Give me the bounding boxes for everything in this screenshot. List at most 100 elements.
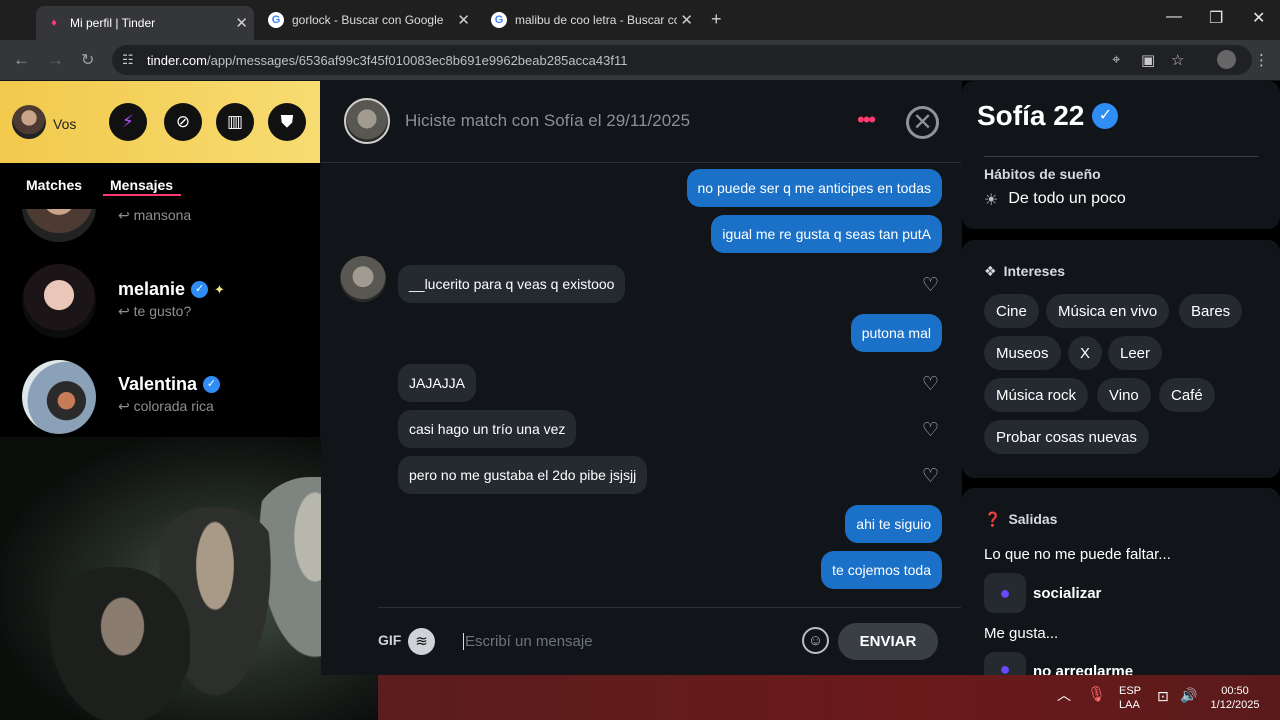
conversation-avatar[interactable] [22, 360, 96, 434]
chevron-up-icon[interactable]: ︿ [1057, 688, 1071, 702]
outings-heading: ❓ Salidas [984, 511, 1057, 528]
verified-badge-icon: ✓ [191, 281, 209, 298]
maximize-button[interactable]: ❐ [1209, 8, 1223, 28]
microphone-icon[interactable]: 🎙 [1087, 687, 1106, 702]
must-have-label: Lo que no me puede faltar... [984, 546, 1171, 563]
interest-chip: Leer [1108, 336, 1163, 370]
tab-google-gorlock[interactable]: G gorlock - Buscar con Google ✕ [258, 6, 476, 34]
conversation-preview[interactable]: ↩ te gusto? [118, 303, 191, 320]
user-avatar[interactable] [12, 105, 46, 139]
name-text: melanie [118, 279, 186, 299]
close-window-button[interactable]: ✕ [1252, 8, 1265, 28]
close-tab-icon[interactable]: ✕ [457, 11, 470, 29]
clock[interactable]: 00:50 1/12/2025 [1206, 684, 1264, 712]
more-options-icon[interactable]: ••• [857, 109, 876, 131]
emoji-icon[interactable]: ☺ [802, 627, 829, 654]
like-heart-icon[interactable]: ♡ [922, 274, 939, 297]
briefcase-icon[interactable]: ▥ [216, 103, 254, 141]
message-received: __lucerito para q veas q existooo [398, 265, 626, 303]
back-button[interactable]: ← [13, 50, 30, 70]
interests-icon: ❖ [984, 263, 997, 279]
message-received: JAJAJJA [398, 364, 477, 402]
like-heart-icon[interactable]: ♡ [922, 373, 939, 396]
message-input[interactable]: Escribí un mensaje [463, 633, 593, 650]
google-icon: G [491, 12, 507, 28]
tab-title: gorlock - Buscar con Google [292, 13, 444, 27]
gif-button[interactable]: GIF [378, 632, 401, 648]
close-tab-icon[interactable]: ✕ [235, 14, 248, 32]
menu-icon[interactable]: ⋮ [1254, 51, 1269, 69]
interest-chip: Cine [984, 294, 1039, 328]
sender-avatar [340, 256, 386, 302]
close-tab-icon[interactable]: ✕ [680, 11, 693, 29]
google-icon: G [268, 12, 284, 28]
close-chat-icon[interactable]: ✕ [906, 106, 939, 139]
tab-title: Mi perfil | Tinder [70, 16, 156, 30]
match-date-text: Hiciste match con Sofía el 29/11/2025 [405, 111, 691, 130]
verified-badge-icon: ✓ [1092, 103, 1119, 129]
explore-compass-icon[interactable]: ⊘ [164, 103, 202, 141]
lang-code: ESP [1119, 685, 1142, 697]
reply-arrow-icon: ↩ [118, 207, 134, 223]
interest-chip: X [1068, 336, 1103, 370]
address-bar[interactable]: ☷ tinder.com/app/messages/6536af99c3f45f… [112, 45, 1252, 75]
like-heart-icon[interactable]: ♡ [922, 419, 939, 442]
volume-icon[interactable]: 🔊 [1180, 688, 1197, 702]
sleep-text: De todo un poco [1008, 190, 1126, 207]
profile-avatar-icon[interactable] [1217, 50, 1236, 69]
sleep-habits-value: ☀ De todo un poco [984, 190, 1126, 210]
preview-text: colorada rica [133, 398, 214, 414]
message-received: pero no me gustaba el 2do pibe jsjsjj [398, 456, 648, 494]
conversation-avatar[interactable] [22, 264, 96, 338]
conversation-preview[interactable]: ↩ mansona [118, 207, 191, 224]
message-sent: te cojemos toda [821, 551, 942, 589]
boost-icon[interactable]: ⚡ [109, 103, 147, 141]
language-indicator[interactable]: ESP LAA [1119, 684, 1142, 712]
like-heart-icon[interactable]: ♡ [922, 465, 939, 488]
conversation-name[interactable]: Valentina ✓ [118, 374, 221, 395]
conversation-name[interactable]: melanie ✓ ✦ [118, 279, 225, 300]
reply-arrow-icon: ↩ [118, 303, 134, 319]
tab-google-malibu[interactable]: G malibu de coo letra - Buscar co ✕ [481, 6, 699, 34]
new-tab-button[interactable]: + [711, 9, 722, 30]
safety-shield-icon[interactable]: ⛊ [268, 103, 306, 141]
sleep-habits-label: Hábitos de sueño [984, 166, 1101, 182]
spotify-icon[interactable]: ≋ [408, 628, 435, 655]
reply-arrow-icon: ↩ [118, 398, 134, 414]
name-text: Valentina [118, 374, 198, 394]
interest-chip: Música en vivo [1046, 294, 1170, 328]
tab-messages[interactable]: Mensajes [110, 177, 173, 193]
lang-layout: LAA [1119, 699, 1140, 711]
message-received: casi hago un trío una vez [398, 410, 577, 448]
url-domain: tinder.com [147, 52, 207, 68]
interests-heading: ❖ Intereses [984, 263, 1065, 280]
sunrise-icon: ☀ [984, 192, 999, 209]
network-icon[interactable]: ⊡ [1157, 689, 1169, 703]
tab-tinder[interactable]: ♦ Mi perfil | Tinder ✕ [36, 6, 254, 40]
message-sent: igual me re gusta q seas tan putA [711, 215, 942, 253]
bookmark-star-icon[interactable]: ☆ [1171, 51, 1184, 69]
cast-icon[interactable]: ▣ [1141, 51, 1155, 69]
location-icon[interactable]: ⌖ [1112, 51, 1120, 68]
social-icon: ● [984, 573, 1026, 613]
url-path: /app/messages/6536af99c3f45f010083ec8b69… [206, 52, 628, 68]
sparkle-icon: ✦ [214, 281, 225, 297]
clock-time: 00:50 [1221, 685, 1249, 697]
name-age-text: Sofía 22 [977, 100, 1085, 131]
message-sent: no puede ser q me anticipes en todas [686, 169, 942, 207]
interest-chip: Probar cosas nuevas [984, 420, 1149, 454]
tab-matches[interactable]: Matches [26, 177, 82, 193]
minimize-button[interactable]: — [1166, 8, 1182, 26]
conversation-preview[interactable]: ↩ colorada rica [118, 398, 214, 415]
site-settings-icon[interactable]: ☷ [122, 52, 134, 68]
outings-label: Salidas [1008, 511, 1058, 527]
forward-button[interactable]: → [47, 50, 64, 70]
send-button[interactable]: ENVIAR [838, 623, 938, 660]
profile-label[interactable]: Vos [53, 116, 76, 132]
likes-icon: ● [984, 652, 1026, 675]
interest-chip: Café [1159, 378, 1215, 412]
likes-value: no arreglarme [1033, 663, 1134, 675]
tinder-flame-icon: ♦ [51, 17, 57, 29]
reload-button[interactable]: ↻ [81, 50, 94, 70]
match-avatar[interactable] [344, 98, 390, 144]
